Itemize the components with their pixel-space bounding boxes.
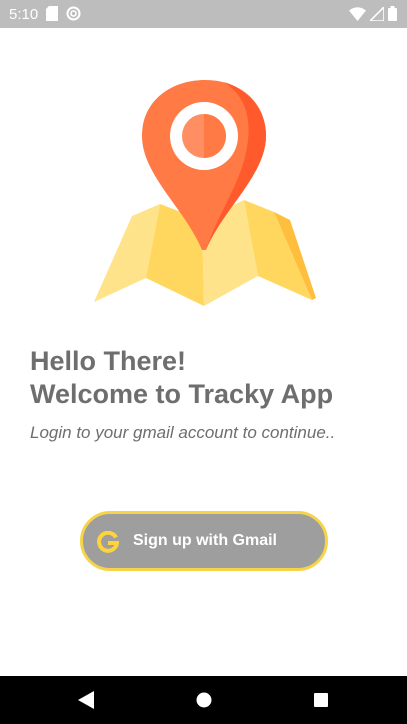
map-pin-icon (94, 80, 316, 306)
status-time: 5:10 (9, 6, 39, 23)
status-bar: 5:10 (0, 0, 407, 28)
sim-card-icon (46, 6, 58, 21)
sign-up-gmail-label: Sign up with Gmail (133, 532, 277, 549)
signal-icon (370, 6, 384, 21)
back-button[interactable] (56, 676, 116, 724)
heading-line-2: Welcome to Tracky App (30, 379, 334, 409)
status-left-icons (46, 6, 81, 21)
wifi-icon (349, 6, 366, 21)
recents-icon (314, 693, 328, 707)
data-saver-icon (66, 6, 81, 21)
status-right-icons (349, 6, 397, 21)
recents-button[interactable] (291, 676, 351, 724)
subtitle: Login to your gmail account to continue.… (30, 423, 336, 442)
home-button[interactable] (174, 676, 234, 724)
welcome-heading: Hello There! Welcome to Tracky App (30, 345, 333, 411)
heading-line-1: Hello There! (30, 346, 187, 376)
sign-up-gmail-button[interactable]: Sign up with Gmail (80, 511, 328, 571)
battery-icon (388, 6, 397, 21)
google-g-icon (97, 531, 119, 553)
home-icon (196, 692, 212, 708)
back-icon (78, 691, 94, 709)
navigation-bar (0, 676, 407, 724)
